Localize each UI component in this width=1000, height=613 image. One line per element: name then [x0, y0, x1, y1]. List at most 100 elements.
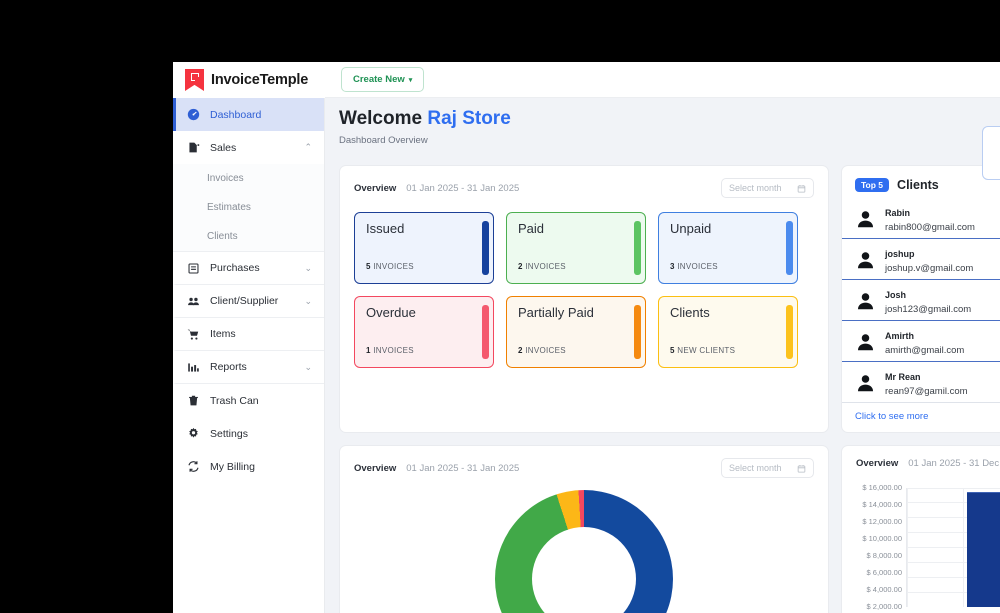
calendar-icon [797, 184, 806, 193]
axis-tick-label: $ 2,000.00 [866, 602, 902, 611]
avatar [855, 208, 876, 229]
billing-icon [187, 460, 200, 473]
stat-tile-sub: 5 INVOICES [366, 262, 414, 271]
bookmark-icon [185, 69, 204, 91]
dashboard-icon [187, 108, 200, 121]
chevron-down-icon: ⌄ [304, 295, 312, 306]
main-content: Welcome Raj Store Dashboard Overview Ove… [325, 98, 1000, 613]
stat-tile-accent [482, 305, 489, 359]
stat-tile-sub: 2 INVOICES [518, 346, 566, 355]
stat-tile-partially-paid[interactable]: Partially Paid 2 INVOICES [506, 296, 646, 368]
sidebar-item-purchases[interactable]: Purchases ⌄ [173, 252, 324, 285]
client-email: joshup.v@gmail.com [885, 263, 974, 274]
gridline-vertical [907, 487, 908, 607]
sidebar-subitem-invoices[interactable]: Invoices [173, 164, 324, 193]
sidebar-item-dashboard[interactable]: Dashboard [173, 98, 324, 131]
axis-tick-label: $ 4,000.00 [866, 585, 902, 594]
client-email: rabin800@gmail.com [885, 222, 975, 233]
side-panel-edge[interactable] [982, 126, 1000, 180]
client-name: Rabin [885, 208, 911, 218]
sidebar-item-my-billing[interactable]: My Billing [173, 450, 324, 483]
client-email: amirth@gmail.com [885, 345, 965, 356]
overview-date-range: 01 Jan 2025 - 31 Jan 2025 [406, 182, 520, 194]
trash-icon [187, 394, 200, 407]
axis-tick-label: $ 10,000.00 [862, 534, 902, 543]
status-badge: Top 5 [855, 178, 890, 192]
client-name: Mr Rean [885, 372, 921, 382]
axis-tick-label: $ 16,000.00 [862, 483, 902, 492]
create-new-button[interactable]: Create New ▾ [341, 67, 425, 92]
list-item[interactable]: Josh josh123@gmail.com [842, 280, 1000, 321]
bar[interactable] [967, 491, 1000, 607]
list-item[interactable]: joshup joshup.v@gmail.com [842, 239, 1000, 280]
sidebar-item-reports[interactable]: Reports ⌄ [173, 351, 324, 384]
stat-tile-overdue[interactable]: Overdue 1 INVOICES [354, 296, 494, 368]
sidebar-item-label: Client/Supplier [210, 295, 279, 307]
stat-tile-accent [634, 305, 641, 359]
overview-card: Overview 01 Jan 2025 - 31 Jan 2025 Selec… [339, 165, 829, 433]
avatar [855, 249, 876, 270]
overview-label: Overview [856, 458, 899, 469]
top-strip: InvoiceTemple Create New ▾ [173, 62, 1000, 98]
sidebar-item-client-supplier[interactable]: Client/Supplier ⌄ [173, 285, 324, 318]
sidebar-item-settings[interactable]: Settings [173, 417, 324, 450]
avatar [855, 290, 876, 311]
sidebar-item-label: Settings [210, 427, 248, 440]
overview-date-range: 01 Jan 2025 - 31 Jan 2025 [406, 462, 520, 474]
stat-tile-title: Overdue [366, 305, 416, 320]
bar-chart: $ 16,000.00 $ 14,000.00 $ 12,000.00 $ 10,00… [842, 471, 1000, 611]
sidebar-item-items[interactable]: Items [173, 318, 324, 351]
sidebar-item-trash-can[interactable]: Trash Can [173, 384, 324, 417]
overview-date-range: 01 Jan 2025 - 31 Dec [908, 458, 1000, 469]
top-clients-title: Clients [897, 178, 939, 192]
donut-card-header: Overview 01 Jan 2025 - 31 Jan 2025 Selec… [340, 446, 828, 480]
month-picker-placeholder: Select month [729, 463, 782, 473]
sidebar-item-label: Reports [210, 361, 247, 373]
stat-tile-title: Paid [518, 221, 545, 236]
chevron-down-icon: ⌄ [304, 262, 312, 273]
stat-tile-accent [634, 221, 641, 275]
month-picker-overview[interactable]: Select month [721, 178, 814, 198]
sidebar-item-label: Trash Can [210, 394, 259, 407]
axis-tick-label: $ 12,000.00 [862, 517, 902, 526]
app-window: InvoiceTemple Create New ▾ Dashboard Sal [173, 62, 1000, 613]
sidebar-item-label: Dashboard [210, 108, 262, 121]
client-email: josh123@gmail.com [885, 304, 972, 315]
overview-label: Overview [354, 462, 397, 474]
list-item[interactable]: Rabin rabin800@gmail.com [842, 198, 1000, 239]
month-picker-donut[interactable]: Select month [721, 458, 814, 478]
reports-icon [187, 361, 200, 374]
list-item[interactable]: Amirth amirth@gmail.com [842, 321, 1000, 362]
sales-submenu: Invoices Estimates Clients [173, 164, 324, 252]
overview-label: Overview [354, 182, 397, 194]
stat-tile-issued[interactable]: Issued 5 INVOICES [354, 212, 494, 284]
gear-icon [187, 427, 200, 440]
sidebar-item-label: Purchases [210, 262, 260, 274]
sidebar-item-sales[interactable]: Sales ⌃ [173, 131, 324, 164]
stat-tile-sub: 3 INVOICES [670, 262, 718, 271]
sidebar-subitem-estimates[interactable]: Estimates [173, 193, 324, 222]
bar-chart-plot [906, 487, 1000, 607]
stat-tile-sub: 2 INVOICES [518, 262, 566, 271]
sidebar-subitem-clients[interactable]: Clients [173, 222, 324, 251]
stat-tile-unpaid[interactable]: Unpaid 3 INVOICES [658, 212, 798, 284]
stat-tile-paid[interactable]: Paid 2 INVOICES [506, 212, 646, 284]
brand-logo[interactable]: InvoiceTemple [173, 62, 325, 98]
stat-tile-accent [786, 305, 793, 359]
stat-tile-clients[interactable]: Clients 5 NEW CLIENTS [658, 296, 798, 368]
client-list: Rabin rabin800@gmail.com joshup joshup.v@gm… [842, 198, 1000, 403]
store-name: Raj Store [427, 108, 511, 129]
bar-chart-card: Overview 01 Jan 2025 - 31 Dec $ 16,000.0… [841, 445, 1000, 613]
app-header: Create New ▾ [325, 62, 1000, 98]
axis-tick-label: $ 8,000.00 [866, 551, 902, 560]
list-item[interactable]: Mr Rean rean97@gamil.com [842, 362, 1000, 403]
bar-card-header: Overview 01 Jan 2025 - 31 Dec [842, 446, 1000, 471]
top-clients-header: Top 5 Clients [842, 166, 1000, 198]
month-picker-placeholder: Select month [729, 183, 782, 193]
sidebar-item-label: Sales [210, 141, 237, 154]
see-more-link[interactable]: Click to see more [842, 403, 1000, 432]
client-name: joshup [885, 249, 915, 259]
chevron-down-icon: ⌄ [304, 361, 312, 372]
welcome-prefix: Welcome [339, 108, 423, 129]
client-name: Josh [885, 290, 907, 300]
